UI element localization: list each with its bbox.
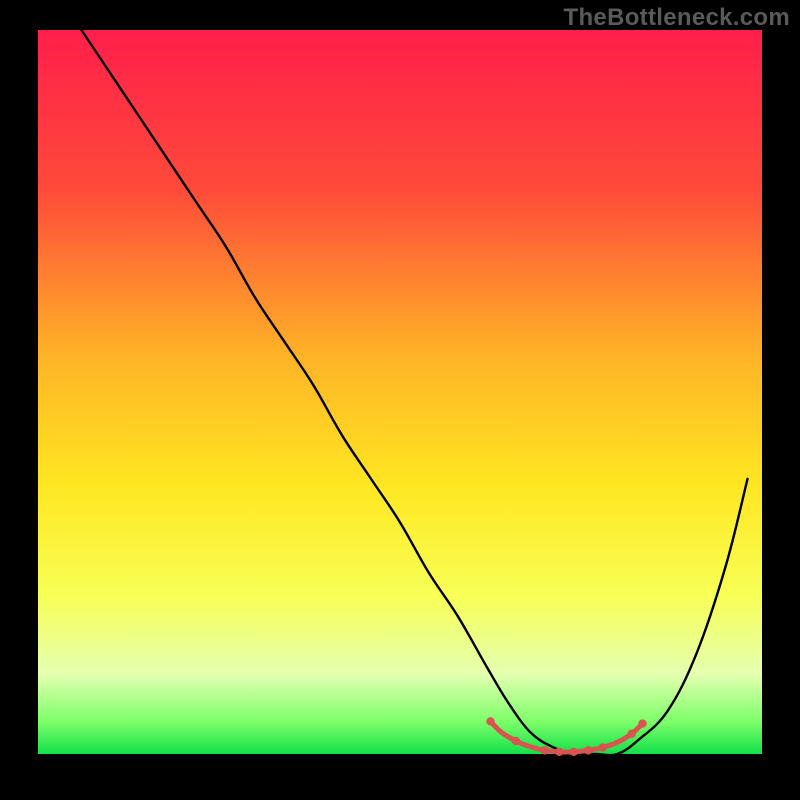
chart-container: TheBottleneck.com <box>0 0 800 800</box>
optimal-range-dot <box>599 743 607 751</box>
bottleneck-chart <box>0 0 800 800</box>
optimal-range-dot <box>541 746 549 754</box>
optimal-range-dot <box>570 748 578 756</box>
optimal-range-dot <box>512 737 520 745</box>
optimal-range-dot <box>638 719 646 727</box>
optimal-range-dot <box>627 730 635 738</box>
optimal-range-dot <box>486 717 494 725</box>
optimal-range-dot <box>555 748 563 756</box>
optimal-range-dot <box>584 746 592 754</box>
watermark-text: TheBottleneck.com <box>564 4 790 32</box>
plot-background <box>38 30 762 754</box>
